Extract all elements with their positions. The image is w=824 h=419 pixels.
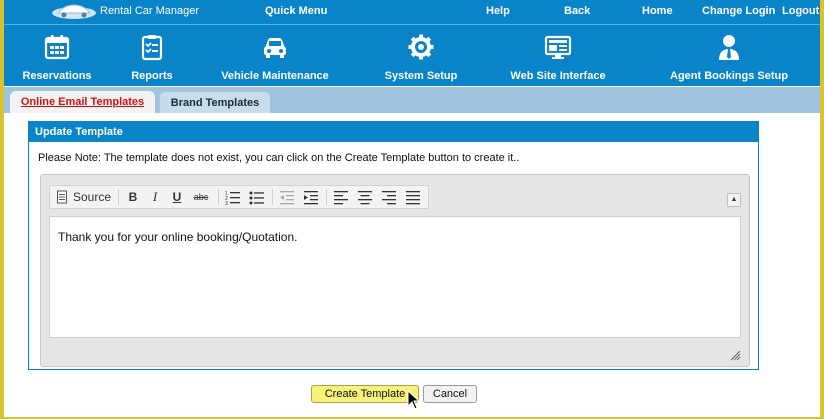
nav-reports[interactable]: Reports bbox=[120, 25, 184, 87]
collapse-toolbar-icon[interactable]: ▲ bbox=[727, 193, 741, 207]
toolbar-separator bbox=[218, 189, 219, 205]
monitor-icon bbox=[544, 35, 572, 59]
calendar-icon bbox=[44, 35, 70, 60]
strikethrough-button[interactable]: abc bbox=[190, 188, 212, 206]
app-name: Rental Car Manager bbox=[100, 5, 200, 17]
nav-web-site-interface[interactable]: Web Site Interface bbox=[504, 25, 612, 87]
outdent-icon[interactable] bbox=[278, 188, 296, 206]
toolbar-separator bbox=[326, 189, 327, 205]
home-link[interactable]: Home bbox=[642, 5, 673, 17]
align-left-icon[interactable] bbox=[332, 188, 350, 206]
indent-icon[interactable] bbox=[302, 188, 320, 206]
change-login-link[interactable]: Change Login bbox=[702, 5, 775, 17]
main-nav: Reservations Reports Vehicle Maintenance bbox=[4, 24, 820, 86]
source-icon bbox=[57, 190, 67, 204]
update-template-panel: Update Template Please Note: The templat… bbox=[28, 121, 759, 370]
checklist-icon bbox=[141, 35, 163, 61]
help-link[interactable]: Help bbox=[486, 5, 510, 17]
agent-icon bbox=[719, 35, 739, 60]
car-icon bbox=[264, 38, 286, 58]
underline-button[interactable]: U bbox=[168, 188, 186, 206]
align-center-icon[interactable] bbox=[356, 188, 374, 206]
bold-button[interactable]: B bbox=[124, 188, 142, 206]
nav-label: Agent Bookings Setup bbox=[670, 70, 788, 82]
numbered-list-icon[interactable]: 1 2 3 bbox=[224, 188, 242, 206]
align-justify-icon[interactable] bbox=[404, 188, 422, 206]
app-frame: Rental Car Manager Quick Menu Help Back … bbox=[4, 0, 820, 417]
nav-label: Reports bbox=[131, 70, 173, 82]
rich-text-editor: Source B I U abc 1 2 3 ▲ Thank you for y… bbox=[40, 174, 750, 367]
resize-handle-icon[interactable] bbox=[730, 350, 741, 361]
nav-label: Reservations bbox=[22, 70, 92, 82]
svg-text:3: 3 bbox=[225, 201, 228, 206]
logo-icon bbox=[52, 4, 96, 19]
gear-icon bbox=[408, 34, 434, 60]
panel-title: Update Template bbox=[29, 122, 758, 142]
tab-strip: Online Email Templates Brand Templates bbox=[4, 87, 820, 113]
editor-toolbar: Source B I U abc 1 2 3 bbox=[49, 185, 429, 209]
quick-menu-link[interactable]: Quick Menu bbox=[265, 5, 327, 17]
nav-label: System Setup bbox=[384, 70, 458, 82]
nav-system-setup[interactable]: System Setup bbox=[380, 25, 462, 87]
notice-text: Please Note: The template does not exist… bbox=[38, 152, 520, 164]
nav-label: Vehicle Maintenance bbox=[221, 70, 329, 82]
tab-online-email-templates[interactable]: Online Email Templates bbox=[10, 91, 155, 113]
editor-content-text: Thank you for your online booking/Quotat… bbox=[58, 230, 298, 244]
source-button[interactable]: Source bbox=[71, 188, 113, 206]
toolbar-separator bbox=[272, 189, 273, 205]
mouse-pointer-icon bbox=[407, 390, 421, 410]
align-right-icon[interactable] bbox=[380, 188, 398, 206]
italic-button[interactable]: I bbox=[146, 188, 164, 206]
nav-vehicle-maintenance[interactable]: Vehicle Maintenance bbox=[216, 25, 334, 87]
toolbar-separator bbox=[118, 189, 119, 205]
cancel-button[interactable]: Cancel bbox=[423, 385, 477, 403]
bulleted-list-icon[interactable] bbox=[248, 188, 266, 206]
back-link[interactable]: Back bbox=[564, 5, 590, 17]
nav-agent-bookings-setup[interactable]: Agent Bookings Setup bbox=[668, 25, 790, 87]
logout-link[interactable]: Logout bbox=[782, 5, 819, 17]
top-bar: Rental Car Manager Quick Menu Help Back … bbox=[4, 0, 820, 24]
editor-content-area[interactable]: Thank you for your online booking/Quotat… bbox=[49, 216, 741, 338]
nav-label: Web Site Interface bbox=[510, 70, 606, 82]
create-template-button[interactable]: Create Template bbox=[311, 385, 419, 403]
nav-reservations[interactable]: Reservations bbox=[14, 25, 100, 87]
tab-brand-templates[interactable]: Brand Templates bbox=[159, 91, 271, 113]
